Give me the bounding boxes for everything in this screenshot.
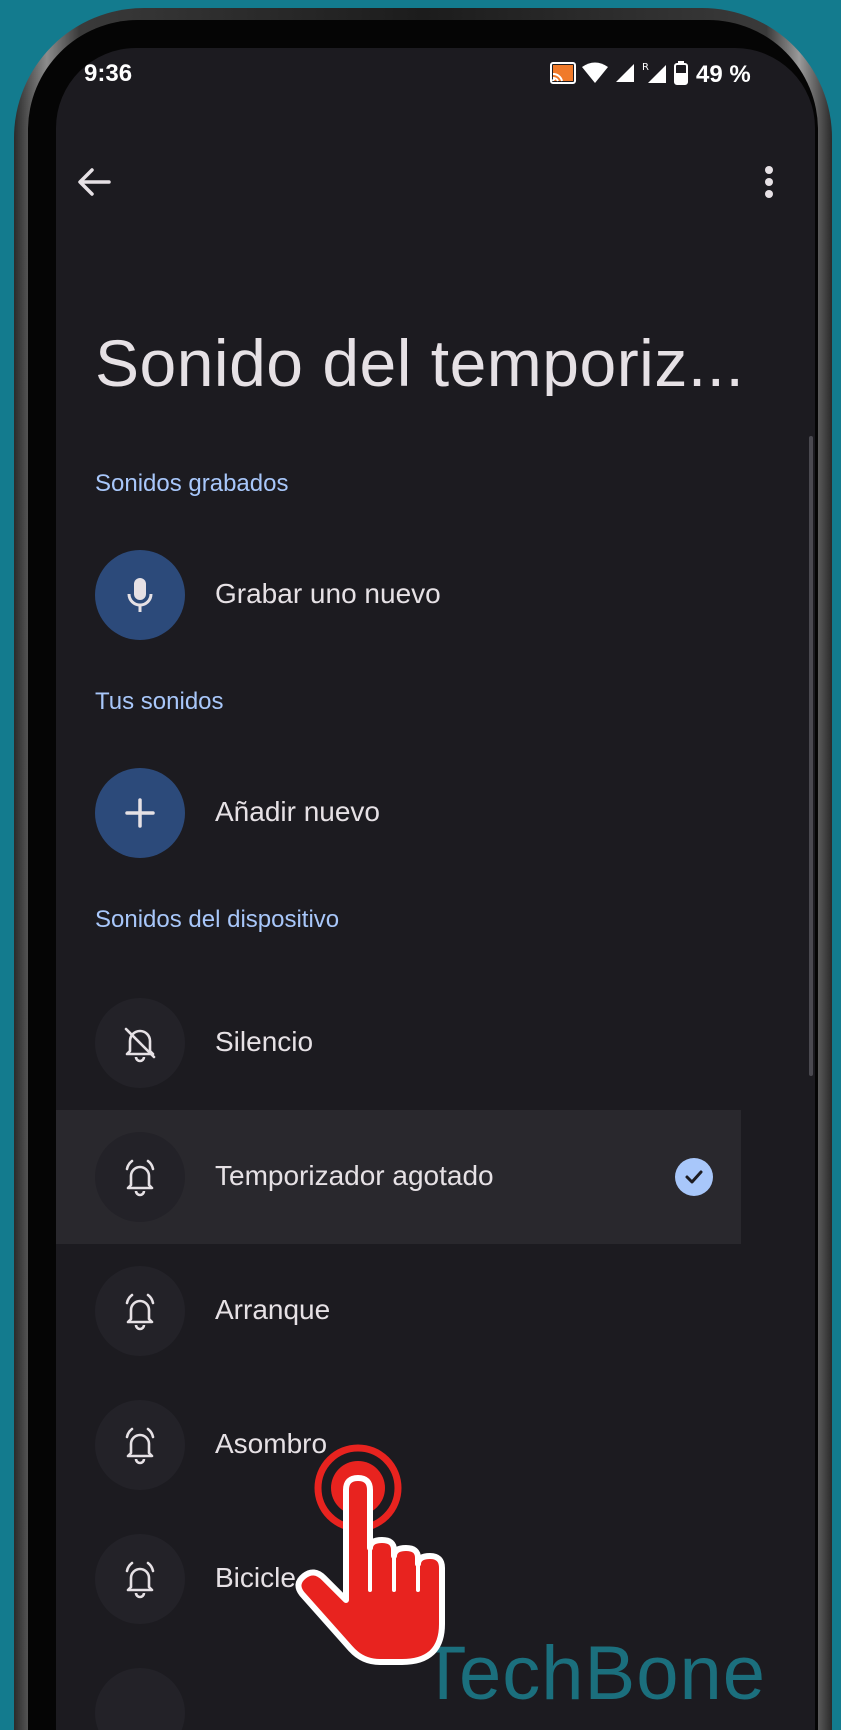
add-new-icon-container xyxy=(95,768,185,858)
more-vert-icon xyxy=(765,166,773,198)
battery-percentage: 49 % xyxy=(696,61,751,88)
status-icons: R 49 % xyxy=(550,60,751,90)
alarm-bell-icon xyxy=(125,1159,155,1197)
list-item-label: Temporizador agotado xyxy=(215,1160,494,1191)
back-button[interactable] xyxy=(70,158,118,206)
list-item-label: Arranque xyxy=(215,1294,331,1325)
battery-icon xyxy=(674,60,688,90)
status-time: 9:36 xyxy=(84,60,133,87)
list-item-label: Añadir nuevo xyxy=(215,796,381,827)
tap-hand-icon xyxy=(295,1444,445,1665)
alarm-bell-icon xyxy=(125,1427,155,1465)
alarm-bell-icon xyxy=(125,1561,155,1599)
list-item-label: Bicicle xyxy=(215,1562,296,1593)
sound-icon-container xyxy=(95,1266,185,1356)
status-bar: 9:36 R 49 % xyxy=(56,48,815,108)
check-icon xyxy=(675,1158,713,1196)
section-header-recorded: Sonidos grabados xyxy=(95,470,289,497)
section-header-yours: Tus sonidos xyxy=(95,688,224,715)
plus-icon xyxy=(125,798,155,828)
alarm-bell-icon xyxy=(125,1293,155,1331)
signal-roaming-icon: R xyxy=(642,61,668,90)
sound-icon-container xyxy=(95,998,185,1088)
more-options-button[interactable] xyxy=(754,158,784,206)
section-header-device: Sonidos del dispositivo xyxy=(95,906,340,933)
page-title: Sonido del temporiz... xyxy=(95,330,745,396)
sound-icon-container xyxy=(95,1668,185,1730)
list-item-sound-selected[interactable]: Temporizador agotado xyxy=(56,1110,741,1244)
list-item-sound[interactable]: Silencio xyxy=(56,976,741,1110)
microphone-icon xyxy=(127,578,153,612)
list-item-label: Silencio xyxy=(215,1026,314,1057)
watermark-logo: TechBone xyxy=(420,1631,767,1716)
bell-off-icon xyxy=(124,1027,156,1063)
cast-icon xyxy=(550,61,576,89)
list-item-sound[interactable]: Arranque xyxy=(56,1244,741,1378)
sound-icon-container xyxy=(95,1534,185,1624)
app-bar xyxy=(56,148,815,228)
arrow-left-icon xyxy=(78,168,111,196)
sound-icon-container xyxy=(95,1132,185,1222)
sound-icon-container xyxy=(95,1400,185,1490)
list-item-add-new[interactable]: Añadir nuevo xyxy=(56,746,741,880)
record-new-icon-container xyxy=(95,550,185,640)
list-item-label: Grabar uno nuevo xyxy=(215,578,441,609)
scrollbar[interactable] xyxy=(809,436,813,1076)
wifi-icon xyxy=(582,62,608,89)
signal-icon xyxy=(614,62,636,89)
svg-text:R: R xyxy=(642,62,649,73)
list-item-record-new[interactable]: Grabar uno nuevo xyxy=(56,528,741,662)
